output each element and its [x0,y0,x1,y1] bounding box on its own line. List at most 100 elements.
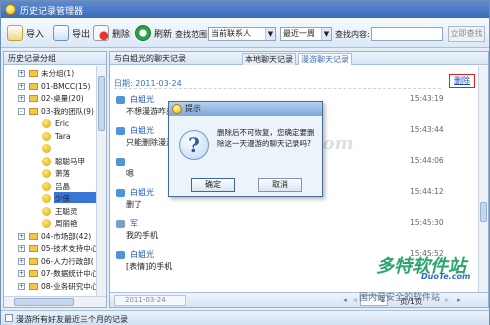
ok-button[interactable]: 确定 [191,178,235,192]
message-sender: 白姐光 [130,188,154,197]
tree-group[interactable]: - 03-我的团队(9) [4,106,96,117]
chat-bubble-icon [116,96,125,104]
expand-icon[interactable]: + [18,70,25,77]
tree-vertical-scrollbar[interactable] [96,66,106,296]
tree-group[interactable]: +07-数据统计中心 [4,268,98,279]
avatar [42,131,51,141]
tree-group[interactable]: +05-技术支持中心 [4,243,99,254]
range-select[interactable]: 当前联系人 ▼ [208,27,276,41]
tree-contact[interactable]: 少侠 [4,193,96,204]
tree-contact[interactable]: 萧落 [4,168,96,179]
tree-contact[interactable]: Tara [4,131,96,142]
search-button[interactable]: 立即查找 [448,26,485,42]
date-divider [114,88,441,89]
message-text: [表情]的手机 [126,262,173,271]
avatar [42,119,51,128]
tab-roaming-history[interactable]: 漫游聊天记录 [298,53,352,65]
tree-label: 王聪灵 [55,206,78,216]
range-label: 查找范围: [175,30,210,39]
tree-label: 05-技术支持中心 [41,244,99,253]
dialog-title-bar: 提示 [169,102,322,116]
tree-group[interactable]: +06-人力行政部( [4,256,96,267]
tab-local-history[interactable]: 本地聊天记录 [242,53,296,65]
export-icon [53,25,69,41]
message-sender: 军 [130,219,138,228]
expand-icon[interactable]: + [18,245,25,252]
tree-group[interactable]: + 未分组(1) [4,68,96,79]
watermark-slogan: 国内最安全的软件站 [359,293,441,303]
avatar [42,219,51,228]
content-label: 查找内容: [335,30,370,39]
watermark-domain: DuoTe.com [421,272,471,281]
tree-label: Tara [55,131,71,141]
expand-icon[interactable]: + [18,257,25,265]
group-panel: 历史记录分组 + 未分组(1) +01-BMCC(15) +02-桌量(20) -03-… [3,51,107,308]
expand-icon[interactable]: + [18,95,25,102]
tree-label: 萧落 [55,169,70,178]
tree-contact[interactable]: 聪聪马甲 [4,156,96,167]
title-bar: 历史记录管理器 [1,1,489,18]
window-title: 历史记录管理器 [20,7,84,17]
export-button[interactable]: 导出 [53,24,90,42]
message-text: 嗯 [126,169,134,178]
folder-icon [29,70,38,77]
avatar [42,156,51,166]
app-icon [5,4,16,15]
message-sender: 白姐光 [130,250,154,259]
tree-group[interactable]: +08-业务研究中心 [4,281,99,292]
history-manager-window: 历史记录管理器 导入 导出 删除 刷新 查找范围: 当前联系人 ▼ 最近一周 ▼… [0,0,490,325]
roam-all-checkbox[interactable] [5,314,13,322]
message-time: 15:45:30 [410,218,444,227]
avatar [42,206,51,216]
delete-icon [93,25,109,41]
date-picker[interactable]: 2011-03-24 [114,295,186,306]
period-select[interactable]: 最近一周 ▼ [280,27,332,41]
search-input[interactable] [371,27,443,41]
tree-label: 08-业务研究中心 [41,281,99,291]
tree-group[interactable]: +02-桌量(20) [4,93,96,104]
chat-vertical-scrollbar[interactable] [478,66,488,292]
message-text: 删了 [126,200,142,209]
message-time: 15:43:19 [410,94,444,103]
folder-icon [29,107,38,115]
scroll-thumb[interactable] [14,298,74,306]
tree-contact[interactable]: 周丽艳 [4,218,96,229]
folder-icon [29,282,38,290]
folder-icon [29,245,38,252]
scroll-thumb[interactable] [480,202,487,222]
scroll-thumb[interactable] [98,76,105,131]
expand-icon[interactable]: + [18,270,25,277]
delete-day-link[interactable]: 删除 [449,74,475,88]
import-button[interactable]: 导入 [7,24,44,42]
chat-bubble-icon [116,220,125,228]
tree-horizontal-scrollbar[interactable] [4,296,106,307]
group-panel-header: 历史记录分组 [4,52,106,65]
import-icon [7,25,23,41]
message-sender: 白姐光 [130,126,154,135]
collapse-icon[interactable]: - [18,107,25,115]
tree-label: 聪聪马甲 [55,156,85,166]
tree-contact[interactable]: Eric [4,118,96,129]
first-page-icon[interactable]: ◂ [340,296,350,305]
expand-icon[interactable]: + [18,282,25,290]
tree-contact[interactable]: 白姐光 [4,143,96,154]
status-bar: 漫游所有好友最近三个月的记录 [1,310,489,325]
avatar [42,144,51,153]
chat-bubble-icon [116,127,125,135]
message-sender: 白姐光 [130,95,154,104]
folder-icon [29,95,38,102]
tree-group[interactable]: +04-市场部(42) [4,231,96,242]
chat-bubble-icon [116,158,125,166]
tree-contact[interactable]: 吕晶 [4,181,96,192]
tree-label: 04-市场部(42) [41,231,92,241]
dialog-message: 删除后不可恢复，您确定要删除这一天漫游的聊天记录吗? [217,128,315,148]
message-time: 15:44:06 [410,156,444,165]
tree-group[interactable]: +01-BMCC(15) [4,81,96,92]
refresh-button[interactable]: 刷新 [135,24,172,42]
dialog-title: 提示 [185,104,201,113]
cancel-button[interactable]: 取消 [258,178,302,192]
delete-button[interactable]: 删除 [93,24,130,42]
tree-contact[interactable]: 王聪灵 [4,206,96,217]
expand-icon[interactable]: + [18,232,25,240]
expand-icon[interactable]: + [18,82,25,90]
